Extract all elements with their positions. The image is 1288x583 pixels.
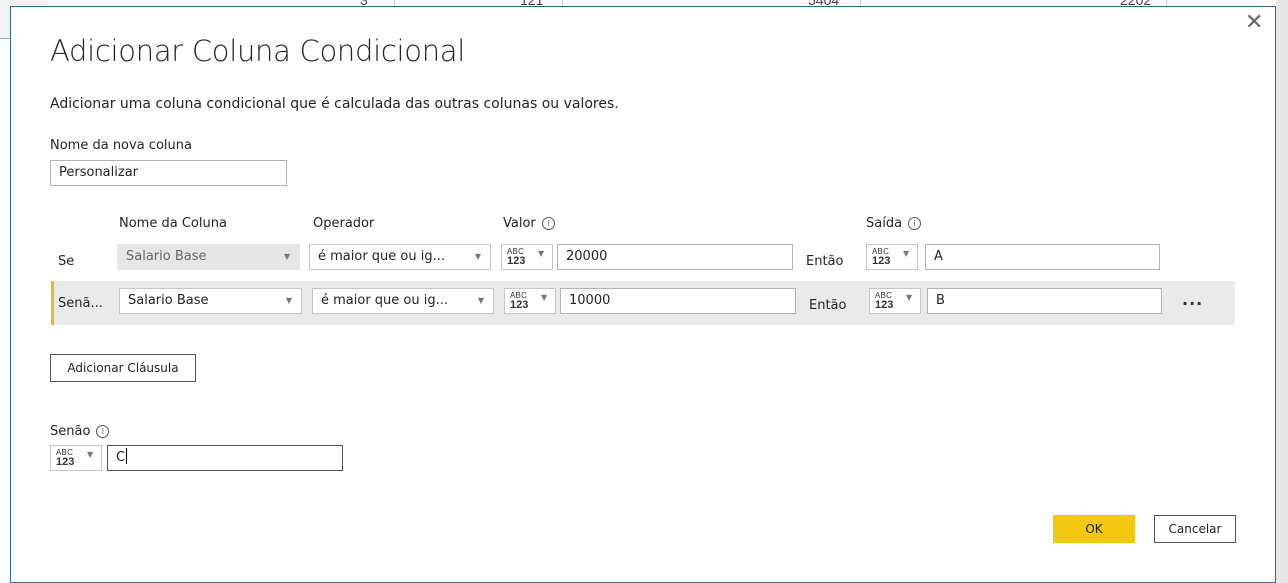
background-window-edge bbox=[1276, 0, 1288, 583]
rule-2-value-input[interactable]: 10000 bbox=[560, 288, 796, 314]
info-icon[interactable]: i bbox=[908, 217, 922, 230]
type-any-icon: 123 bbox=[507, 255, 526, 267]
else-type-select[interactable]: ABC 123 ▼ bbox=[50, 445, 102, 471]
cancel-button[interactable]: Cancelar bbox=[1154, 515, 1236, 543]
text-cursor bbox=[126, 448, 128, 464]
type-any-icon: 123 bbox=[56, 456, 75, 468]
rule-1-column-value: Salario Base bbox=[126, 249, 207, 264]
rule-2-operator-select[interactable]: é maior que ou ig... ▼ bbox=[312, 288, 494, 314]
rule-2-operator-value: é maior que ou ig... bbox=[321, 293, 449, 308]
header-column-name: Nome da Coluna bbox=[119, 216, 227, 231]
new-column-name-input[interactable]: Personalizar bbox=[50, 160, 287, 186]
more-options-icon[interactable]: ... bbox=[1182, 290, 1203, 309]
header-operator: Operador bbox=[313, 216, 375, 231]
rule-2-output-input[interactable]: B bbox=[927, 288, 1162, 314]
rule-1-value-type-select[interactable]: ABC 123 ▼ bbox=[501, 244, 553, 270]
rule-prefix-if: Se bbox=[58, 254, 75, 269]
header-output: Saída i bbox=[866, 216, 922, 231]
dialog-title: Adicionar Coluna Condicional bbox=[50, 34, 466, 68]
rule-1-operator-value: é maior que ou ig... bbox=[318, 249, 446, 264]
rule-2-selection-accent bbox=[51, 281, 54, 325]
type-any-icon: 123 bbox=[875, 299, 894, 311]
rule-1-then-label: Então bbox=[806, 254, 844, 269]
chevron-down-icon: ▼ bbox=[903, 249, 910, 258]
rule-2-value-type-select[interactable]: ABC 123 ▼ bbox=[504, 288, 556, 314]
rule-2-then-label: Então bbox=[809, 298, 847, 313]
add-clause-button[interactable]: Adicionar Cláusula bbox=[50, 354, 196, 382]
dialog-description: Adicionar uma coluna condicional que é c… bbox=[50, 96, 619, 112]
type-any-icon: 123 bbox=[872, 255, 891, 267]
rule-1-output-type-select[interactable]: ABC 123 ▼ bbox=[866, 244, 918, 270]
info-icon[interactable]: i bbox=[541, 217, 555, 230]
rule-1-value-input[interactable]: 20000 bbox=[557, 244, 793, 270]
else-label: Senão i bbox=[50, 424, 110, 439]
else-value-input[interactable]: C bbox=[107, 445, 343, 471]
chevron-down-icon: ▼ bbox=[474, 252, 481, 261]
chevron-down-icon: ▼ bbox=[285, 296, 292, 305]
rule-2-column-select[interactable]: Salario Base ▼ bbox=[119, 288, 302, 314]
rule-prefix-else-if: Senã... bbox=[58, 296, 103, 311]
chevron-down-icon: ▼ bbox=[477, 296, 484, 305]
ok-button[interactable]: OK bbox=[1053, 515, 1135, 543]
rule-2-column-value: Salario Base bbox=[128, 293, 209, 308]
new-column-name-label: Nome da nova coluna bbox=[50, 138, 192, 153]
type-any-icon: 123 bbox=[510, 299, 529, 311]
close-icon[interactable]: ✕ bbox=[1245, 12, 1263, 34]
header-value: Valor i bbox=[503, 216, 555, 231]
rule-1-output-input[interactable]: A bbox=[925, 244, 1160, 270]
chevron-down-icon: ▼ bbox=[538, 249, 545, 258]
chevron-down-icon: ▼ bbox=[906, 293, 913, 302]
info-icon[interactable]: i bbox=[96, 425, 110, 438]
rule-1-operator-select[interactable]: é maior que ou ig... ▼ bbox=[309, 244, 491, 270]
chevron-down-icon: ▼ bbox=[541, 293, 548, 302]
rule-2-output-type-select[interactable]: ABC 123 ▼ bbox=[869, 288, 921, 314]
chevron-down-icon: ▼ bbox=[87, 450, 94, 459]
rule-1-column-select[interactable]: Salario Base ▼ bbox=[117, 244, 300, 270]
chevron-down-icon: ▼ bbox=[283, 252, 290, 261]
